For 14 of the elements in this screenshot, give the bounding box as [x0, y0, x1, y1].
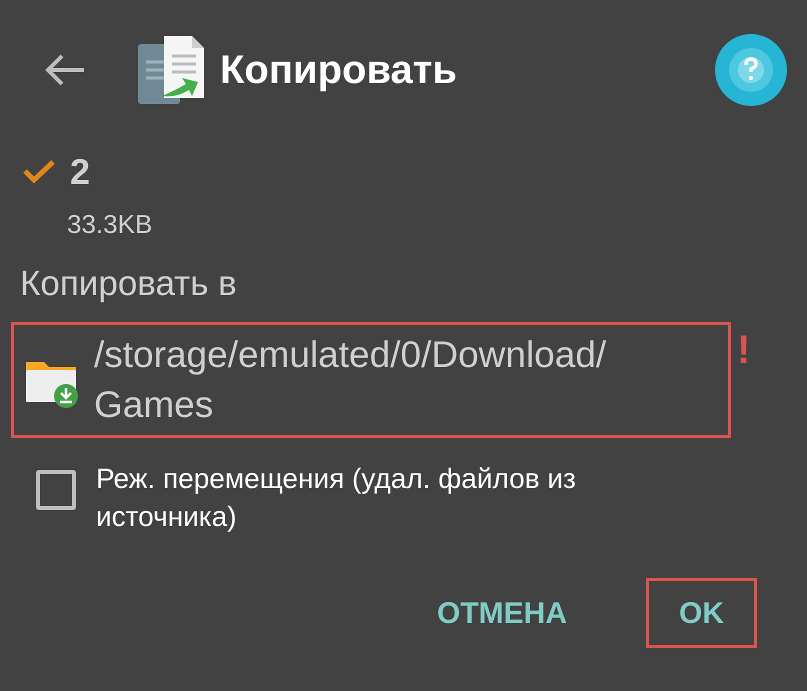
destination-label: Копировать в: [19, 263, 237, 305]
ok-button[interactable]: OK: [646, 578, 757, 648]
selected-size: 33.3KB: [66, 208, 152, 241]
destination-path-field[interactable]: /storage/emulated/0/Download/Games: [11, 322, 731, 438]
selected-count: 2: [70, 150, 90, 194]
destination-path: /storage/emulated/0/Download/Games: [94, 333, 608, 427]
warning-mark: !: [737, 327, 750, 374]
move-mode-label: Реж. перемещения (удал. файлов из источника): [96, 462, 577, 534]
cancel-button[interactable]: ОТМЕНА: [404, 578, 600, 648]
help-icon[interactable]: [715, 34, 787, 106]
move-mode-checkbox[interactable]: [36, 470, 76, 510]
dialog-title: Копировать: [220, 47, 457, 94]
check-icon: [22, 159, 56, 185]
back-arrow-icon[interactable]: [44, 54, 86, 86]
